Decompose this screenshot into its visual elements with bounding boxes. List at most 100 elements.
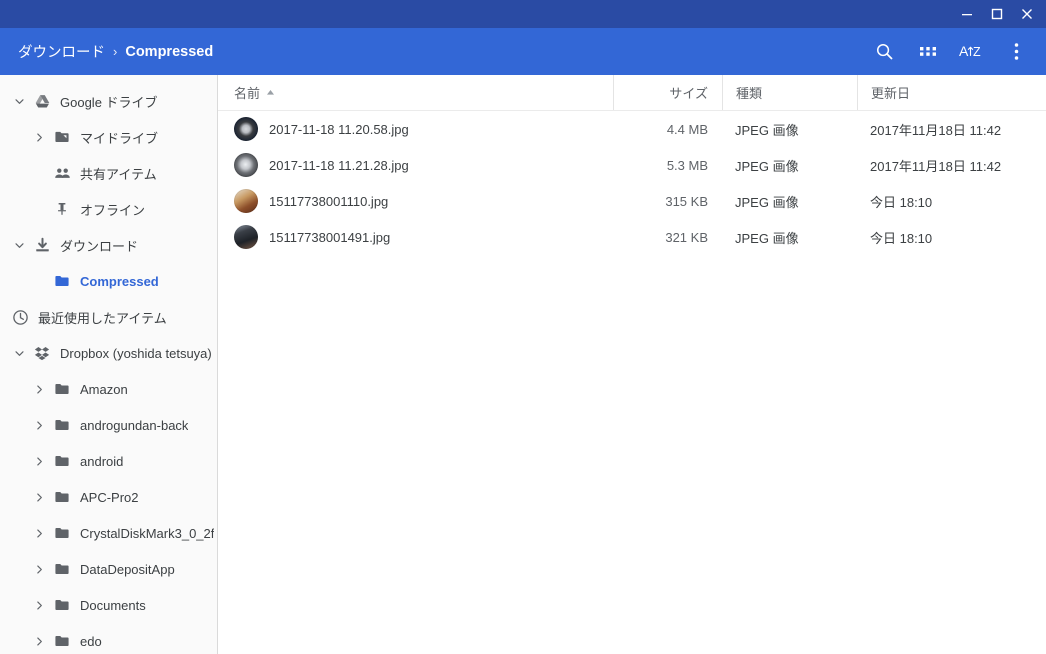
sidebar-item-label: Dropbox (yoshida tetsuya) bbox=[60, 345, 212, 361]
sidebar-item-label: Amazon bbox=[80, 381, 128, 397]
folder-icon bbox=[50, 273, 74, 289]
sidebar-item-androgundan-back[interactable]: androgundan-back bbox=[0, 407, 217, 443]
file-name-cell: 15117738001491.jpg bbox=[218, 219, 613, 255]
download-icon bbox=[30, 237, 54, 254]
toolbar-actions: A Z bbox=[862, 30, 1038, 74]
chevron-down-icon bbox=[14, 350, 24, 356]
column-header-size-label: サイズ bbox=[669, 86, 708, 101]
offline-pin-icon bbox=[50, 201, 74, 217]
offline-pin-icon bbox=[58, 202, 66, 215]
maximize-icon bbox=[991, 8, 1003, 20]
sidebar-item-[interactable]: 最近使用したアイテム bbox=[0, 299, 217, 335]
chevron-right-icon bbox=[36, 132, 42, 142]
folder-icon bbox=[55, 492, 69, 502]
file-row[interactable]: 15117738001110.jpg 315 KB JPEG 画像 今日 18:10 bbox=[218, 183, 1046, 219]
search-button[interactable] bbox=[862, 30, 906, 74]
dropbox-icon bbox=[34, 347, 50, 361]
sidebar-item-google[interactable]: Google ドライブ bbox=[0, 83, 217, 119]
expand-toggle-open[interactable] bbox=[8, 240, 30, 251]
sidebar-item-android[interactable]: android bbox=[0, 443, 217, 479]
minimize-icon bbox=[962, 14, 972, 16]
sidebar-item-label: 共有アイテム bbox=[80, 166, 157, 182]
column-header-date[interactable]: 更新日 bbox=[857, 75, 1046, 110]
grid-view-button[interactable] bbox=[906, 30, 950, 74]
expand-toggle-closed[interactable] bbox=[28, 528, 50, 539]
breadcrumb-item-current[interactable]: Compressed bbox=[125, 44, 213, 60]
close-icon bbox=[1022, 9, 1032, 19]
folder-icon bbox=[55, 456, 69, 466]
sidebar-item-compressed[interactable]: Compressed bbox=[0, 263, 217, 299]
sidebar-item-crystaldiskmark3-0-2f[interactable]: CrystalDiskMark3_0_2f bbox=[0, 515, 217, 551]
folder-icon bbox=[50, 489, 74, 505]
folder-icon bbox=[55, 636, 69, 646]
file-row[interactable]: 2017-11-18 11.20.58.jpg 4.4 MB JPEG 画像 2017… bbox=[218, 111, 1046, 147]
chevron-right-icon bbox=[36, 420, 42, 430]
sidebar-item-label: 最近使用したアイテム bbox=[38, 310, 167, 326]
files-app-window: ダウンロード › Compressed A Z Google ドライブ マイドラ… bbox=[0, 0, 1046, 654]
svg-text:Z: Z bbox=[973, 45, 981, 59]
file-date-cell: 2017年11月18日 11:42 bbox=[870, 122, 1002, 138]
sidebar-item-amazon[interactable]: Amazon bbox=[0, 371, 217, 407]
sort-az-button[interactable]: A Z bbox=[950, 30, 994, 74]
sidebar-item-apc-pro2[interactable]: APC-Pro2 bbox=[0, 479, 217, 515]
close-button[interactable] bbox=[1012, 0, 1042, 28]
sidebar-item-label: Documents bbox=[80, 597, 146, 613]
file-size-cell: 315 KB bbox=[665, 193, 708, 209]
file-list-header: 名前 サイズ 種類 更新日 bbox=[218, 75, 1046, 111]
navigation-sidebar[interactable]: Google ドライブマイドライブ 共有アイテムオフライン ダウンロード Compre… bbox=[0, 75, 218, 654]
sidebar-item-datadepositapp[interactable]: DataDepositApp bbox=[0, 551, 217, 587]
breadcrumb-item-parent[interactable]: ダウンロード bbox=[18, 41, 105, 62]
file-list-rows: 2017-11-18 11.20.58.jpg 4.4 MB JPEG 画像 2017… bbox=[218, 111, 1046, 654]
column-header-name[interactable]: 名前 bbox=[218, 75, 613, 110]
folder-icon bbox=[50, 381, 74, 397]
expand-toggle-closed[interactable] bbox=[28, 384, 50, 395]
file-type-cell: JPEG 画像 bbox=[735, 122, 799, 138]
sidebar-item-label: Compressed bbox=[80, 273, 159, 289]
file-thumbnail bbox=[234, 189, 258, 213]
sidebar-item-dropbox-yoshida-tetsuya[interactable]: Dropbox (yoshida tetsuya) bbox=[0, 335, 217, 371]
chevron-right-icon bbox=[36, 564, 42, 574]
folder-icon bbox=[55, 420, 69, 430]
sidebar-item-documents[interactable]: Documents bbox=[0, 587, 217, 623]
expand-toggle-closed[interactable] bbox=[28, 636, 50, 647]
expand-toggle-closed[interactable] bbox=[28, 492, 50, 503]
chevron-down-icon bbox=[14, 98, 24, 104]
sidebar-item-[interactable]: 共有アイテム bbox=[0, 155, 217, 191]
my-drive-icon bbox=[55, 131, 69, 142]
expand-toggle-closed[interactable] bbox=[28, 420, 50, 431]
sidebar-item-[interactable]: マイドライブ bbox=[0, 119, 217, 155]
expand-toggle-open[interactable] bbox=[8, 96, 30, 107]
more-options-button[interactable] bbox=[994, 30, 1038, 74]
recent-clock-icon bbox=[8, 309, 32, 326]
column-header-type[interactable]: 種類 bbox=[722, 75, 857, 110]
expand-toggle-closed[interactable] bbox=[28, 132, 50, 143]
file-list-panel: 名前 サイズ 種類 更新日 2017-11-18 11.20.58.jpg 4.4… bbox=[218, 75, 1046, 654]
sidebar-item-label: マイドライブ bbox=[80, 130, 159, 146]
sidebar-item-[interactable]: オフライン bbox=[0, 191, 217, 227]
expand-toggle-open[interactable] bbox=[8, 348, 30, 359]
file-size-cell: 321 KB bbox=[665, 229, 708, 245]
sidebar-item-label: CrystalDiskMark3_0_2f bbox=[80, 525, 215, 541]
folder-icon bbox=[55, 276, 69, 286]
expand-toggle-closed[interactable] bbox=[28, 456, 50, 467]
breadcrumb: ダウンロード › Compressed bbox=[18, 41, 862, 62]
column-header-size[interactable]: サイズ bbox=[613, 75, 722, 110]
folder-icon bbox=[50, 561, 74, 577]
sidebar-item-[interactable]: ダウンロード bbox=[0, 227, 217, 263]
file-thumbnail bbox=[234, 225, 258, 249]
more-options-icon bbox=[1014, 43, 1018, 60]
recent-clock-icon bbox=[12, 309, 28, 325]
expand-toggle-closed[interactable] bbox=[28, 564, 50, 575]
shared-items-icon bbox=[50, 165, 74, 182]
sort-ascending-icon bbox=[266, 88, 275, 97]
file-row[interactable]: 15117738001491.jpg 321 KB JPEG 画像 今日 18:10 bbox=[218, 219, 1046, 255]
chevron-right-icon bbox=[36, 384, 42, 394]
maximize-button[interactable] bbox=[982, 0, 1012, 28]
file-row[interactable]: 2017-11-18 11.21.28.jpg 5.3 MB JPEG 画像 2017… bbox=[218, 147, 1046, 183]
folder-icon bbox=[55, 528, 69, 538]
expand-toggle-closed[interactable] bbox=[28, 600, 50, 611]
sidebar-item-edo[interactable]: edo bbox=[0, 623, 217, 654]
minimize-button[interactable] bbox=[952, 0, 982, 28]
sort-az-icon: A Z bbox=[959, 43, 981, 59]
window-titlebar bbox=[0, 0, 1046, 28]
